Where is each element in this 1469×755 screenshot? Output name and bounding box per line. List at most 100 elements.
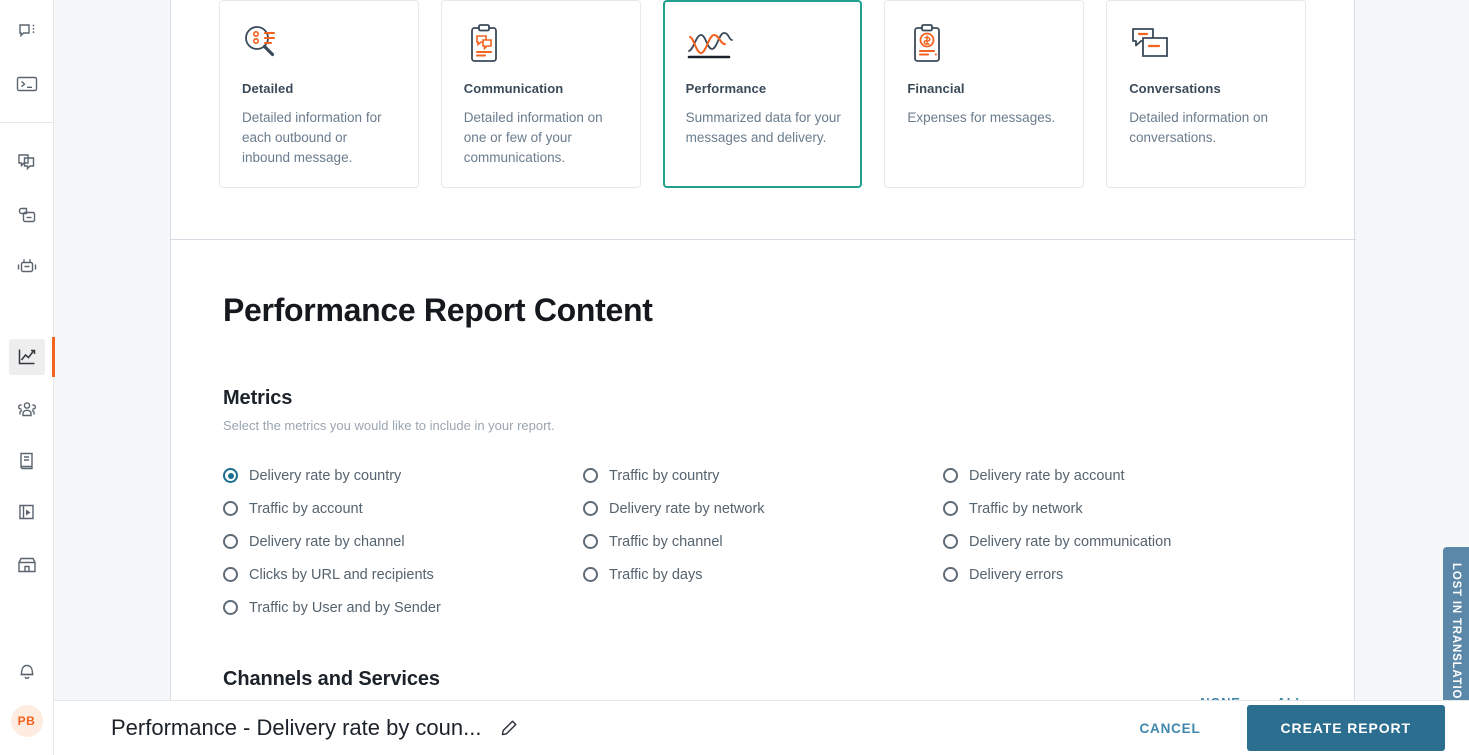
inbox-icon	[16, 205, 38, 225]
card-title: Detailed	[242, 81, 398, 96]
metric-option[interactable]: Delivery rate by account	[943, 459, 1303, 492]
sidebar-divider-1	[0, 122, 54, 123]
magnifier-list-icon	[242, 23, 398, 69]
radio-icon[interactable]	[223, 534, 238, 549]
metrics-column-2: Traffic by country Delivery rate by netw…	[583, 459, 943, 624]
metric-label: Delivery rate by communication	[969, 534, 1171, 550]
sidebar-item-bots[interactable]	[9, 249, 45, 285]
report-name: Performance - Delivery rate by coun...	[111, 715, 481, 741]
report-type-card-conversations[interactable]: Conversations Detailed information on co…	[1106, 0, 1306, 188]
clipboard-dollar-icon	[907, 23, 1063, 69]
metric-label: Delivery rate by channel	[249, 534, 405, 550]
metric-option[interactable]: Delivery rate by country	[223, 459, 583, 492]
radio-icon[interactable]	[943, 468, 958, 483]
metric-label: Delivery errors	[969, 567, 1063, 583]
sidebar-item-messages[interactable]	[9, 145, 45, 181]
main-sidebar: PB	[0, 0, 54, 755]
sidebar-item-store[interactable]	[9, 547, 45, 583]
metric-label: Traffic by network	[969, 501, 1083, 517]
metric-label: Delivery rate by network	[609, 501, 765, 517]
radio-icon[interactable]	[583, 501, 598, 516]
report-content-section: Performance Report Content Metrics Selec…	[171, 240, 1356, 714]
metric-label: Traffic by country	[609, 468, 719, 484]
cancel-button[interactable]: CANCEL	[1121, 711, 1218, 746]
terminal-icon	[16, 75, 38, 93]
metrics-column-3: Delivery rate by account Traffic by netw…	[943, 459, 1303, 624]
content-panel: Detailed Detailed information for each o…	[170, 0, 1355, 755]
metric-option[interactable]: Delivery rate by communication	[943, 525, 1303, 558]
report-type-card-financial[interactable]: Financial Expenses for messages.	[884, 0, 1084, 188]
metric-option[interactable]: Delivery errors	[943, 558, 1303, 591]
book-icon	[17, 450, 37, 472]
app-root: PB Detailed Detailed information for eac…	[0, 0, 1469, 755]
metric-option[interactable]: Traffic by network	[943, 492, 1303, 525]
sidebar-group-3	[0, 331, 53, 591]
sidebar-item-inbox[interactable]	[9, 197, 45, 233]
radio-icon[interactable]	[583, 468, 598, 483]
radio-icon[interactable]	[223, 567, 238, 582]
card-description: Expenses for messages.	[907, 108, 1063, 128]
radio-icon[interactable]	[583, 534, 598, 549]
metrics-column-1: Delivery rate by country Traffic by acco…	[223, 459, 583, 624]
metric-label: Clicks by URL and recipients	[249, 567, 434, 583]
messages-icon	[16, 152, 38, 174]
sidebar-item-chat[interactable]	[9, 14, 45, 50]
radio-icon[interactable]	[223, 600, 238, 615]
report-type-card-communication[interactable]: Communication Detailed information on on…	[441, 0, 641, 188]
card-title: Conversations	[1129, 81, 1285, 96]
avatar[interactable]: PB	[11, 705, 43, 737]
sidebar-item-terminal[interactable]	[9, 66, 45, 102]
metric-option[interactable]: Traffic by User and by Sender	[223, 591, 583, 624]
metrics-heading: Metrics	[223, 387, 1304, 410]
conversation-bubbles-icon	[1129, 23, 1285, 69]
sidebar-group-2	[0, 137, 53, 293]
metric-option[interactable]: Delivery rate by network	[583, 492, 943, 525]
analytics-icon	[16, 346, 38, 368]
sidebar-item-notifications[interactable]	[9, 653, 45, 689]
metrics-grid: Delivery rate by country Traffic by acco…	[223, 459, 1304, 624]
metric-option[interactable]: Traffic by days	[583, 558, 943, 591]
card-title: Communication	[464, 81, 620, 96]
sidebar-item-catalog[interactable]	[9, 443, 45, 479]
report-type-card-performance[interactable]: Performance Summarized data for your mes…	[663, 0, 863, 188]
create-report-button[interactable]: CREATE REPORT	[1247, 705, 1445, 751]
bot-icon	[16, 256, 38, 278]
report-type-card-detailed[interactable]: Detailed Detailed information for each o…	[219, 0, 419, 188]
metric-label: Delivery rate by country	[249, 468, 401, 484]
metric-option[interactable]: Traffic by account	[223, 492, 583, 525]
chat-menu-icon	[17, 22, 37, 42]
sidebar-group-1	[0, 6, 53, 110]
clipboard-chat-icon	[464, 23, 620, 69]
radio-icon[interactable]	[223, 501, 238, 516]
radio-icon[interactable]	[223, 468, 238, 483]
contacts-icon	[15, 399, 39, 419]
metric-option[interactable]: Delivery rate by channel	[223, 525, 583, 558]
channels-heading: Channels and Services	[223, 668, 485, 691]
campaign-icon	[16, 502, 38, 524]
bell-icon	[17, 660, 37, 682]
report-type-cards: Detailed Detailed information for each o…	[171, 0, 1354, 188]
card-description: Detailed information on conversations.	[1129, 108, 1285, 148]
metric-label: Traffic by days	[609, 567, 702, 583]
metric-option[interactable]: Traffic by channel	[583, 525, 943, 558]
card-title: Performance	[686, 81, 842, 96]
card-description: Summarized data for your messages and de…	[686, 108, 842, 148]
page-title: Performance Report Content	[223, 292, 1304, 329]
metric-label: Traffic by channel	[609, 534, 723, 550]
sidebar-item-campaigns[interactable]	[9, 495, 45, 531]
metric-label: Traffic by User and by Sender	[249, 600, 441, 616]
store-icon	[16, 554, 38, 576]
card-title: Financial	[907, 81, 1063, 96]
metrics-subheading: Select the metrics you would like to inc…	[223, 418, 1304, 433]
sidebar-item-contacts[interactable]	[9, 391, 45, 427]
radio-icon[interactable]	[943, 534, 958, 549]
pencil-icon[interactable]	[499, 718, 519, 738]
radio-icon[interactable]	[583, 567, 598, 582]
bottom-action-bar: Performance - Delivery rate by coun... C…	[54, 700, 1469, 755]
metric-option[interactable]: Clicks by URL and recipients	[223, 558, 583, 591]
metric-option[interactable]: Traffic by country	[583, 459, 943, 492]
radio-icon[interactable]	[943, 501, 958, 516]
card-description: Detailed information on one or few of yo…	[464, 108, 620, 168]
radio-icon[interactable]	[943, 567, 958, 582]
sidebar-item-analytics[interactable]	[9, 339, 45, 375]
